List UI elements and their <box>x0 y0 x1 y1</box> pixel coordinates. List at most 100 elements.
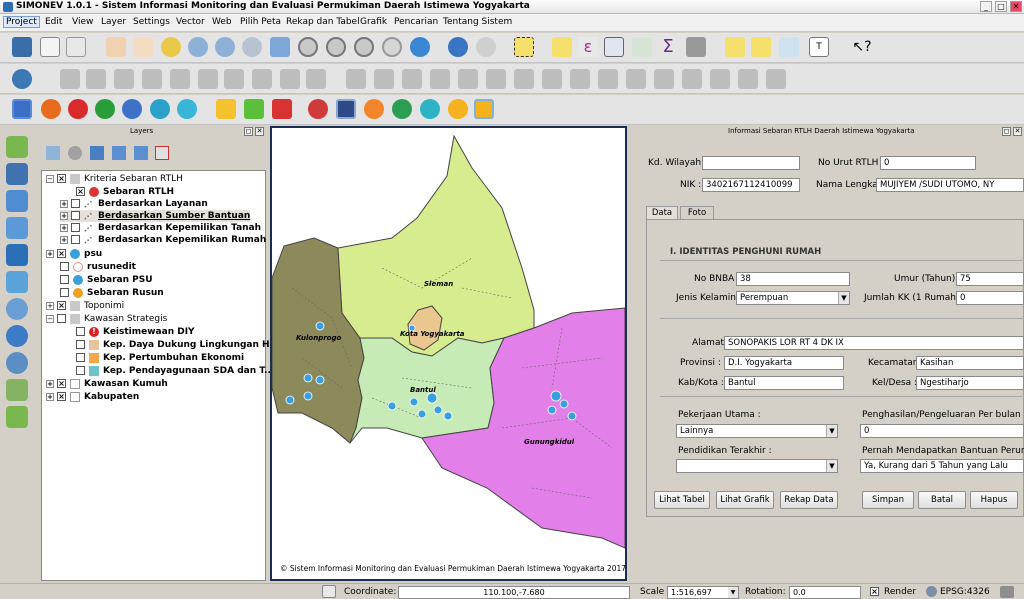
penghasilan-field[interactable]: 0 <box>860 424 1024 438</box>
minimize-button[interactable]: _ <box>980 1 992 12</box>
menu-project[interactable]: Project <box>3 16 40 28</box>
pin-teal-icon[interactable] <box>420 99 440 119</box>
jenis-kelamin-select[interactable]: Perempuan ▼ <box>736 291 850 305</box>
layer-kawasan-kumuh[interactable]: + × Kawasan Kumuh <box>46 378 168 390</box>
kabkota-field[interactable]: Bantul <box>724 376 844 390</box>
split-parts-icon[interactable] <box>654 69 674 89</box>
bantuan-field[interactable]: Ya, Kurang dari 5 Tahun yang Lalu <box>860 459 1024 473</box>
menu-edit[interactable]: Edit <box>45 17 62 27</box>
layers-close-button[interactable]: ✕ <box>255 127 264 136</box>
pin-green-icon[interactable] <box>392 99 412 119</box>
menu-tentang-sistem[interactable]: Tentang Sistem <box>443 17 512 27</box>
expand-all-icon[interactable] <box>112 146 126 160</box>
new-project-icon[interactable] <box>40 37 60 57</box>
zoom-layer-icon[interactable] <box>326 37 346 57</box>
menu-view[interactable]: View <box>72 17 93 27</box>
menu-pencarian[interactable]: Pencarian <box>394 17 438 27</box>
zoom-full-icon[interactable] <box>270 37 290 57</box>
layer-checkbox[interactable] <box>60 262 69 271</box>
keldesa-field[interactable]: Ngestiharjo <box>916 376 1024 390</box>
text-annotation-icon[interactable]: T <box>809 37 829 57</box>
coordinate-field[interactable]: 110.100,-7.680 <box>398 586 630 599</box>
simpan-button[interactable]: Simpan <box>862 491 914 509</box>
zoom-native-icon[interactable] <box>242 37 262 57</box>
layer-kep-daya-dukung[interactable]: Kep. Daya Dukung Lingkungan H... <box>76 339 280 351</box>
layer-checkbox[interactable]: × <box>76 187 85 196</box>
new-shapefile-icon[interactable] <box>6 406 28 428</box>
search-red-icon[interactable] <box>308 99 328 119</box>
map-canvas[interactable]: Sleman Kota Yogyakarta Kulonprogo Bantul… <box>270 126 627 581</box>
zoom-in-icon[interactable] <box>188 37 208 57</box>
toggle-edit-icon[interactable] <box>86 69 106 89</box>
provinsi-field[interactable]: D.I. Yogyakarta <box>724 356 844 370</box>
layer-sebaran-rusun[interactable]: Sebaran Rusun <box>60 287 164 299</box>
add-wfs-layer-icon[interactable] <box>6 352 28 374</box>
show-bookmarks-icon[interactable] <box>779 37 799 57</box>
add-feature-icon[interactable] <box>142 69 162 89</box>
collapse-all-icon[interactable] <box>134 146 148 160</box>
render-checkbox[interactable]: × <box>870 587 879 596</box>
pan-to-selection-icon[interactable] <box>161 37 181 57</box>
layer-keistimewaan-diy[interactable]: ! Keistimewaan DIY <box>76 326 195 338</box>
layer-checkbox[interactable]: × <box>57 249 66 258</box>
kawasan-icon[interactable] <box>150 99 170 119</box>
layer-kabupaten[interactable]: + × Kabupaten <box>46 391 139 403</box>
filter-icon[interactable] <box>90 146 104 160</box>
expand-icon[interactable]: + <box>60 223 68 232</box>
add-ring-icon[interactable] <box>430 69 450 89</box>
layers-float-button[interactable]: ◻ <box>244 127 253 136</box>
layer-checkbox[interactable] <box>60 275 69 284</box>
pan-hand-icon[interactable] <box>133 37 153 57</box>
whats-this-icon[interactable]: ↖? <box>852 37 872 57</box>
layer-checkbox[interactable] <box>76 327 85 336</box>
menu-grafik[interactable]: Grafik <box>360 17 387 27</box>
pin-orange-icon[interactable] <box>364 99 384 119</box>
nama-field[interactable]: MUJIYEM /SUDI UTOMO, NY <box>876 178 1024 192</box>
zoom-out-icon[interactable] <box>215 37 235 57</box>
add-postgis-layer-icon[interactable] <box>6 190 28 212</box>
add-mssql-layer-icon[interactable] <box>6 244 28 266</box>
rusun-icon[interactable] <box>122 99 142 119</box>
rotate-label-icon[interactable] <box>766 69 786 89</box>
layer-checkbox[interactable] <box>76 353 85 362</box>
node-tool-icon[interactable] <box>198 69 218 89</box>
layer-styling-icon[interactable] <box>46 146 60 160</box>
paste-icon[interactable] <box>306 69 326 89</box>
batal-button[interactable]: Batal <box>918 491 966 509</box>
layer-checkbox[interactable] <box>76 340 85 349</box>
zoom-selection-icon[interactable] <box>298 37 318 57</box>
undo-icon[interactable] <box>374 69 394 89</box>
measure-icon[interactable] <box>686 37 706 57</box>
pendidikan-select[interactable]: ▼ <box>676 459 838 473</box>
add-spatialite-layer-icon[interactable] <box>6 217 28 239</box>
expand-icon[interactable]: + <box>46 249 54 258</box>
layer-sebaran-psu[interactable]: Sebaran PSU <box>60 274 153 286</box>
kecamatan-field[interactable]: Kasihan <box>916 356 1024 370</box>
save-icon[interactable] <box>12 37 32 57</box>
action-icon[interactable] <box>476 37 496 57</box>
rekap-data-button[interactable]: Rekap Data <box>780 491 838 509</box>
tab-foto[interactable]: Foto <box>680 206 714 219</box>
new-bookmark-icon[interactable] <box>751 37 771 57</box>
tab-data[interactable]: Data <box>646 206 678 219</box>
merge-attributes-icon[interactable] <box>710 69 730 89</box>
add-delimited-layer-icon[interactable] <box>6 379 28 401</box>
add-oracle-layer-icon[interactable] <box>6 271 28 293</box>
layer-checkbox[interactable] <box>71 223 80 232</box>
menu-pilih-peta[interactable]: Pilih Peta <box>240 17 281 27</box>
delete-part-icon[interactable] <box>542 69 562 89</box>
collapse-icon[interactable]: − <box>46 314 54 323</box>
layer-checkbox[interactable]: × <box>57 301 66 310</box>
collapse-icon[interactable]: − <box>46 174 54 183</box>
add-wms-layer-icon[interactable] <box>6 298 28 320</box>
epsg-label[interactable]: EPSG:4326 <box>940 587 990 597</box>
field-calculator-icon[interactable] <box>632 37 652 57</box>
add-part-icon[interactable] <box>458 69 478 89</box>
umur-field[interactable]: 75 <box>956 272 1024 286</box>
expression-select-icon[interactable]: ε <box>578 37 598 57</box>
expand-icon[interactable]: + <box>60 199 68 208</box>
map-svg[interactable]: Sleman Kota Yogyakarta Kulonprogo Bantul… <box>272 128 625 579</box>
digitize-icon[interactable] <box>346 69 366 89</box>
dashboard-icon[interactable] <box>12 99 32 119</box>
add-raster-layer-icon[interactable] <box>6 163 28 185</box>
